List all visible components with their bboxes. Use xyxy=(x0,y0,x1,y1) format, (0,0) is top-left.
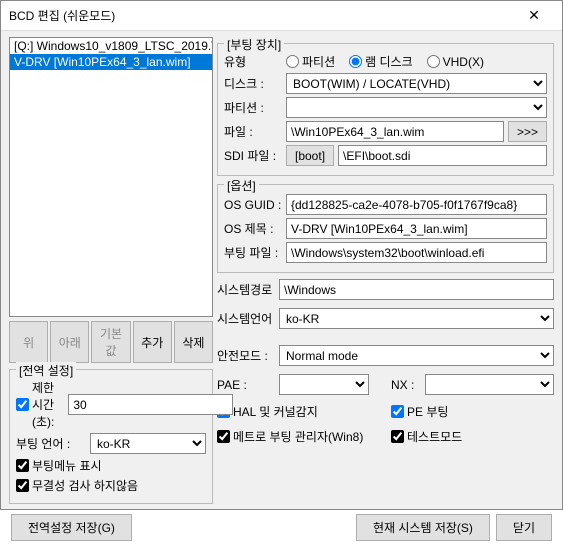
move-down-button[interactable]: 아래 xyxy=(50,321,89,363)
skip-integrity-checkbox[interactable] xyxy=(16,479,29,492)
guid-label: OS GUID : xyxy=(224,198,282,212)
window-title: BCD 편집 (쉬운모드) xyxy=(9,7,514,24)
ramdisk-radio[interactable] xyxy=(349,55,362,68)
timeout-checkbox[interactable] xyxy=(16,398,29,411)
boot-device-group: [부팅 장치] 유형 파티션 램 디스크 VHD(X) 디스크 : BOOT(W… xyxy=(217,43,554,176)
show-bootmenu-label: 부팅메뉴 표시 xyxy=(32,457,102,474)
options-legend: [옵션] xyxy=(224,177,259,194)
pae-label: PAE : xyxy=(217,378,275,392)
sdi-boot-button[interactable]: [boot] xyxy=(286,145,334,166)
os-title-label: OS 제목 : xyxy=(224,220,282,237)
testmode-checkbox[interactable] xyxy=(391,430,404,443)
save-global-button[interactable]: 전역설정 저장(G) xyxy=(11,514,132,541)
global-settings-legend: [전역 설정] xyxy=(16,362,76,379)
disk-select[interactable]: BOOT(WIM) / LOCATE(VHD) xyxy=(286,73,547,94)
partition-select[interactable] xyxy=(286,97,547,118)
guid-value: {dd128825-ca2e-4078-b705-f0f1767f9ca8} xyxy=(286,194,547,215)
pae-select[interactable] xyxy=(279,374,369,395)
global-settings-group: [전역 설정] 제한 시간 (초): 부팅 언어 : ko-KR 부팅메뉴 표시… xyxy=(9,369,213,504)
skip-integrity-label: 무결성 검사 하지않음 xyxy=(32,477,138,494)
boot-device-legend: [부팅 장치] xyxy=(224,36,284,53)
syslang-label: 시스템언어 xyxy=(217,310,275,327)
show-bootmenu-checkbox[interactable] xyxy=(16,459,29,472)
content-area: [Q:] Windows10_v1809_LTSC_2019.VHD V-DRV… xyxy=(1,31,562,508)
right-column: [부팅 장치] 유형 파티션 램 디스크 VHD(X) 디스크 : BOOT(W… xyxy=(217,37,554,504)
save-current-button[interactable]: 현재 시스템 저장(S) xyxy=(356,514,490,541)
footer: 전역설정 저장(G) 현재 시스템 저장(S) 닫기 xyxy=(1,508,562,551)
vhd-radio[interactable] xyxy=(427,55,440,68)
pe-boot-checkbox[interactable] xyxy=(391,405,404,418)
syspath-label: 시스템경로 xyxy=(217,281,275,298)
syslang-select[interactable]: ko-KR xyxy=(279,308,554,329)
file-browse-button[interactable]: >>> xyxy=(508,121,547,142)
delete-button[interactable]: 삭제 xyxy=(174,321,213,363)
timeout-label: 제한 시간 (초): xyxy=(32,379,54,430)
disk-label: 디스크 : xyxy=(224,75,282,92)
nx-select[interactable] xyxy=(425,374,554,395)
partition-label: 파티션 : xyxy=(224,99,282,116)
bootlang-select[interactable]: ko-KR xyxy=(90,433,206,454)
bootlang-label: 부팅 언어 : xyxy=(16,435,86,452)
partition-radio[interactable] xyxy=(286,55,299,68)
timeout-input[interactable] xyxy=(68,394,233,415)
safemode-select[interactable]: Normal mode xyxy=(279,345,554,366)
titlebar: BCD 편집 (쉬운모드) ✕ xyxy=(1,1,562,31)
bcd-edit-window: BCD 편집 (쉬운모드) ✕ [Q:] Windows10_v1809_LTS… xyxy=(0,0,563,510)
safemode-label: 안전모드 : xyxy=(217,347,275,364)
os-title-input[interactable] xyxy=(286,218,547,239)
add-button[interactable]: 추가 xyxy=(133,321,172,363)
file-label: 파일 : xyxy=(224,123,282,140)
bootfile-label: 부팅 파일 : xyxy=(224,244,282,261)
list-button-row: 위 아래 기본값 추가 삭제 xyxy=(9,321,213,363)
file-input[interactable] xyxy=(286,121,504,142)
close-icon[interactable]: ✕ xyxy=(514,1,554,31)
sdi-input[interactable] xyxy=(338,145,547,166)
metro-checkbox[interactable] xyxy=(217,430,230,443)
list-item[interactable]: V-DRV [Win10PEx64_3_lan.wim] xyxy=(10,54,212,70)
boot-entries-list[interactable]: [Q:] Windows10_v1809_LTSC_2019.VHD V-DRV… xyxy=(9,37,213,317)
type-label: 유형 xyxy=(224,53,282,70)
options-group: [옵션] OS GUID : {dd128825-ca2e-4078-b705-… xyxy=(217,184,554,273)
sdi-label: SDI 파일 : xyxy=(224,147,282,164)
nx-label: NX : xyxy=(391,378,421,392)
close-button[interactable]: 닫기 xyxy=(496,514,552,541)
bootfile-input[interactable] xyxy=(286,242,547,263)
move-up-button[interactable]: 위 xyxy=(9,321,48,363)
syspath-input[interactable] xyxy=(279,279,554,300)
left-column: [Q:] Windows10_v1809_LTSC_2019.VHD V-DRV… xyxy=(9,37,213,504)
default-button[interactable]: 기본값 xyxy=(91,321,130,363)
list-item[interactable]: [Q:] Windows10_v1809_LTSC_2019.VHD xyxy=(10,38,212,54)
